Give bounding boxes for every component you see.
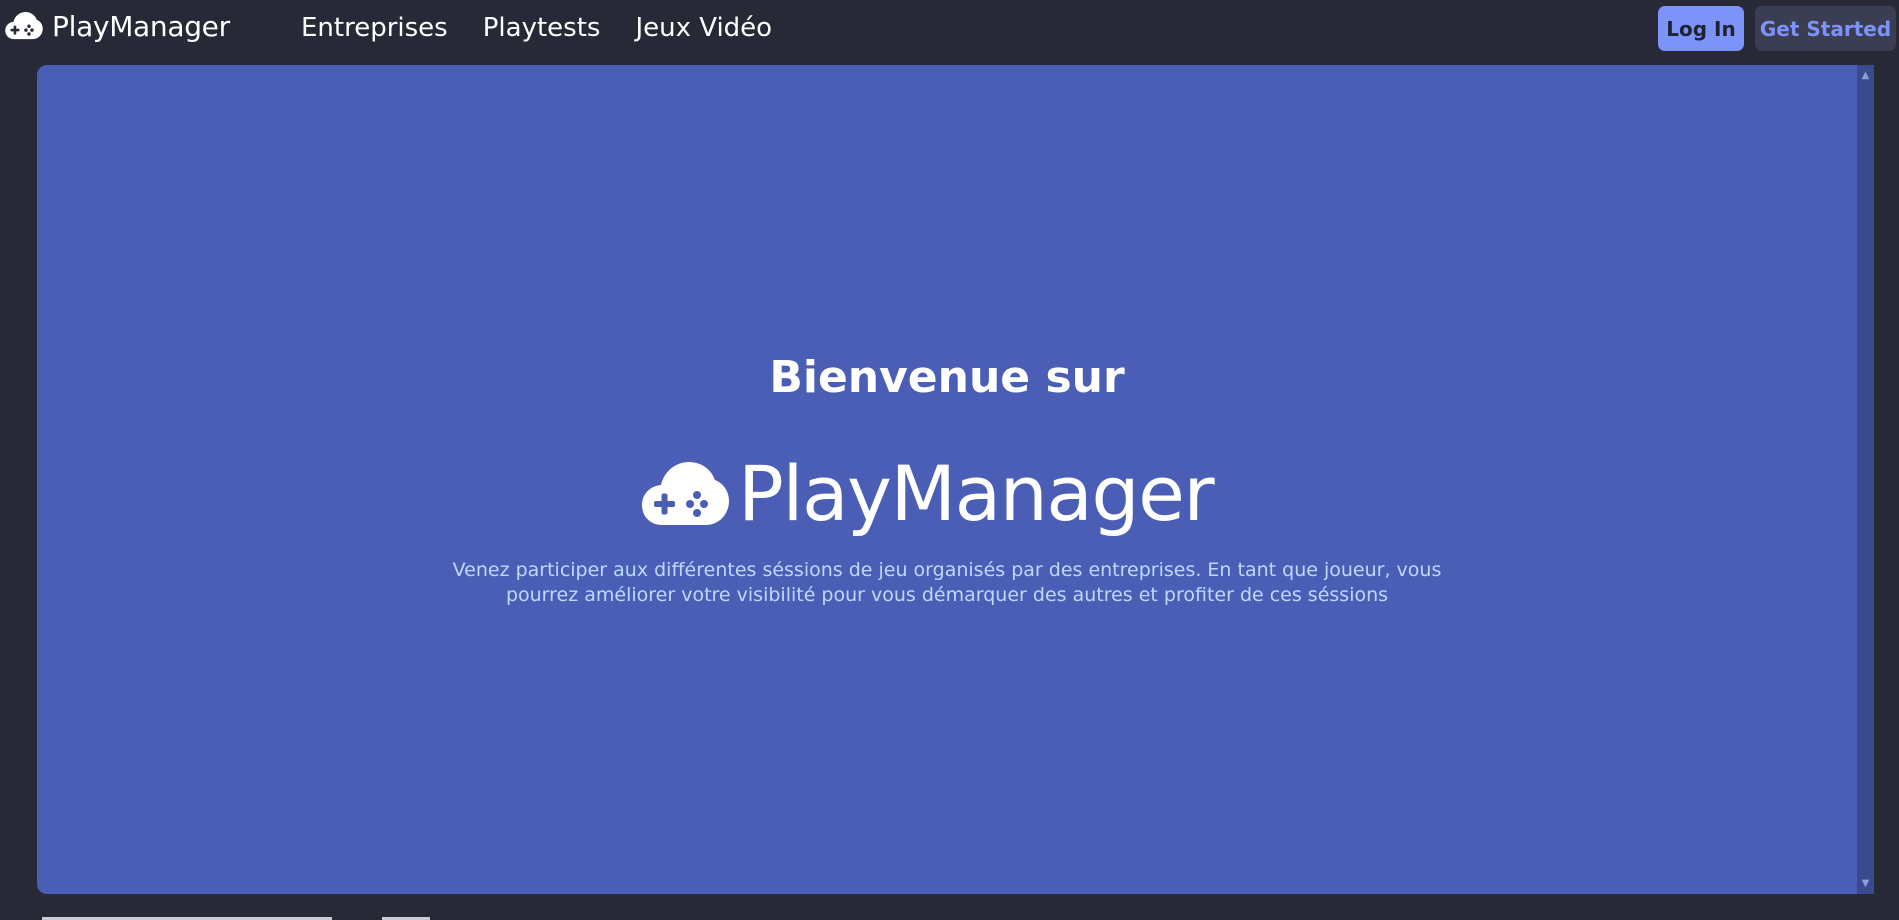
hero-title: Bienvenue sur [769, 352, 1125, 403]
brand-logo-link[interactable]: PlayManager [3, 8, 230, 44]
nav-link-entreprises[interactable]: Entreprises [301, 13, 448, 43]
hero-panel: Bienvenue sur PlayManager Venez particip… [37, 65, 1857, 894]
panel-scrollbar[interactable]: ▲ ▼ [1857, 65, 1874, 894]
main-nav: Entreprises Playtests Jeux Vidéo [301, 12, 807, 44]
get-started-button[interactable]: Get Started [1755, 6, 1896, 51]
hero-description: Venez participer aux différentes séssion… [452, 559, 1442, 606]
nav-link-playtests[interactable]: Playtests [483, 13, 601, 43]
nav-link-jeux-video[interactable]: Jeux Vidéo [635, 13, 772, 43]
hero-logo: PlayManager [642, 449, 1215, 539]
login-button[interactable]: Log In [1658, 6, 1744, 51]
scroll-down-arrow-icon[interactable]: ▼ [1857, 875, 1874, 892]
top-navbar: PlayManager Entreprises Playtests Jeux V… [0, 0, 1899, 58]
scroll-up-arrow-icon[interactable]: ▲ [1857, 67, 1874, 84]
hero-logo-text: PlayManager [738, 449, 1215, 538]
gamepad-cloud-icon [5, 12, 43, 40]
brand-name: PlayManager [52, 9, 230, 43]
hero-section: Bienvenue sur PlayManager Venez particip… [37, 65, 1857, 894]
gamepad-cloud-icon [642, 461, 729, 525]
